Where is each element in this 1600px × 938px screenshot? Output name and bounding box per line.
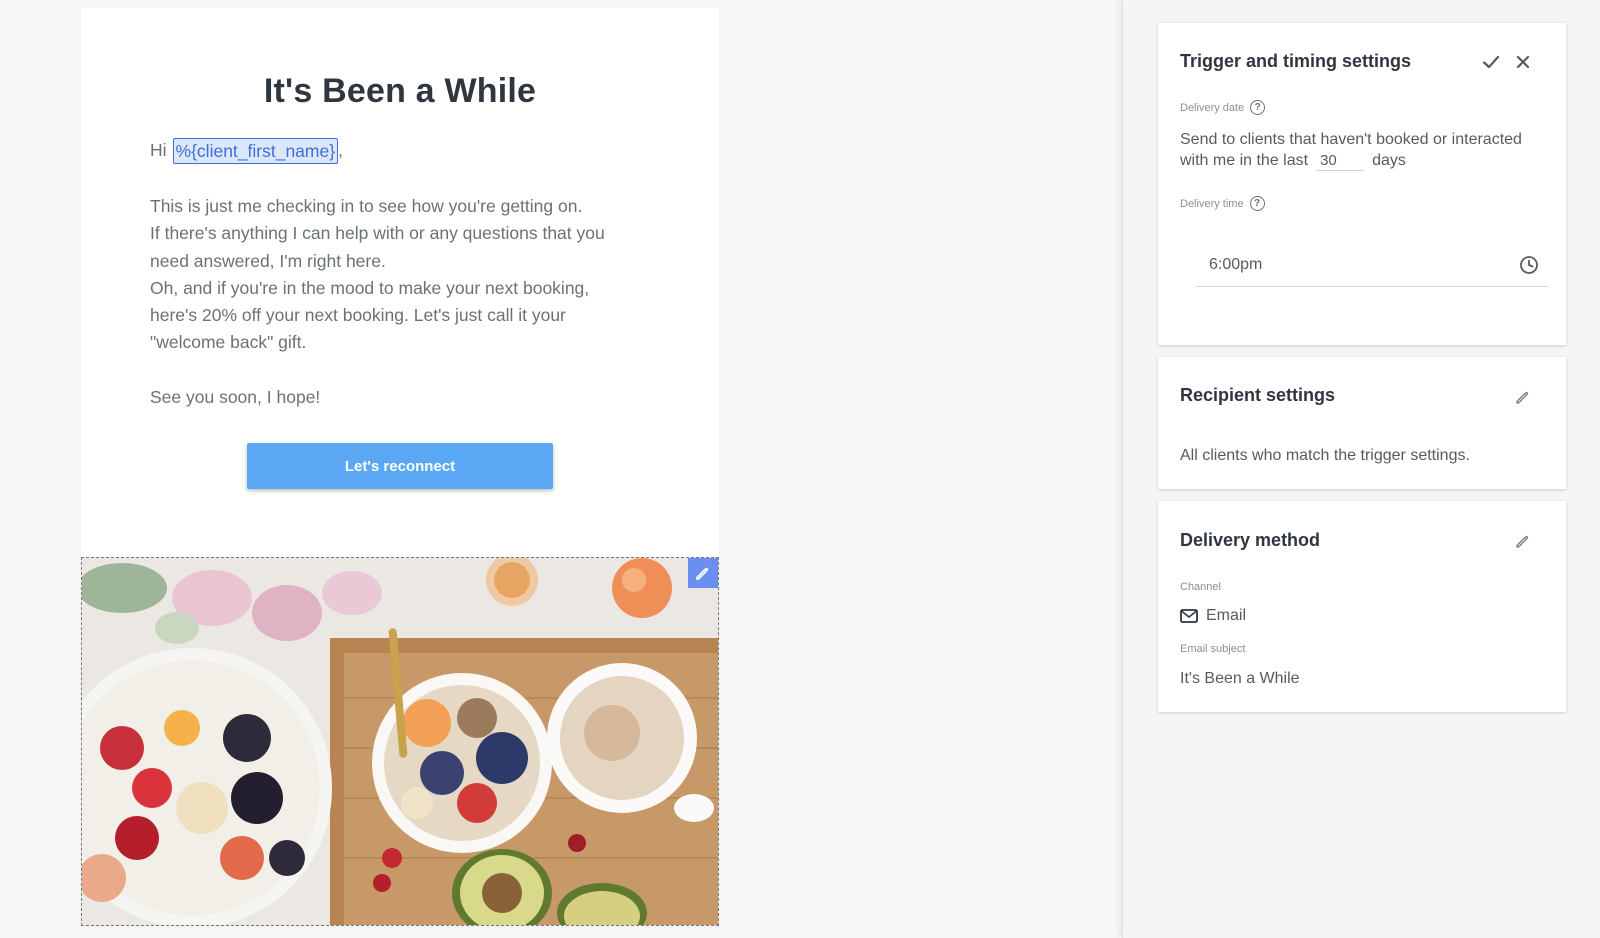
client-first-name-variable[interactable]: %{client_first_name}: [172, 138, 339, 164]
paragraph-line: If there's anything I can help with or a…: [150, 223, 605, 244]
trigger-card-title: Trigger and timing settings: [1180, 51, 1412, 71]
delivery-method-card: Delivery method Channel Email Email subj…: [1158, 501, 1566, 712]
greeting-suffix: ,: [338, 140, 343, 161]
breakfast-food-photo: [82, 558, 718, 925]
trigger-timing-card: Trigger and timing settings Delivery dat…: [1158, 23, 1566, 345]
pencil-icon: [1516, 391, 1529, 404]
recipient-settings-card: Recipient settings All clients who match…: [1158, 357, 1566, 489]
delivery-time-value: 6:00pm: [1209, 255, 1263, 273]
email-subject-value: It's Been a While: [1180, 670, 1300, 687]
close-icon: [1516, 55, 1530, 69]
channel-value: Email: [1206, 607, 1247, 624]
settings-panel: Trigger and timing settings Delivery dat…: [1122, 0, 1600, 938]
help-icon[interactable]: ?: [1250, 100, 1266, 115]
recipient-card-title: Recipient settings: [1180, 385, 1336, 405]
greeting-prefix: Hi: [150, 140, 167, 161]
greeting-line: Hi %{client_first_name} ,: [150, 136, 630, 166]
paragraph-line: need answered, I'm right here.: [150, 250, 386, 271]
delivery-text-line: Send to clients that haven't booked or i…: [1180, 131, 1522, 148]
email-icon: [1180, 609, 1198, 623]
edit-delivery-button[interactable]: [1510, 528, 1536, 554]
channel-label: Channel: [1180, 581, 1221, 593]
delivery-time-label: Delivery time ?: [1180, 196, 1265, 211]
email-paragraph: This is just me checking in to see how y…: [150, 193, 630, 357]
confirm-button[interactable]: [1478, 49, 1504, 75]
pencil-icon: [1516, 535, 1529, 548]
pencil-icon: [696, 567, 709, 580]
hero-edit-button[interactable]: [688, 558, 718, 588]
paragraph-line: Oh, and if you're in the mood to make yo…: [150, 277, 590, 298]
paragraph-line: This is just me checking in to see how y…: [150, 196, 583, 216]
hero-image[interactable]: [81, 557, 719, 926]
delivery-text-prefix: with me in the last: [1180, 152, 1309, 169]
email-subject-label: Email subject: [1180, 643, 1246, 655]
delivery-time-field[interactable]: 6:00pm: [1195, 243, 1549, 287]
delivery-days-row: with me in the last days: [1180, 150, 1550, 171]
email-signoff: See you soon, I hope!: [150, 386, 321, 407]
paragraph-line: here's 20% off your next booking. Let's …: [150, 305, 566, 326]
recipient-description: All clients who match the trigger settin…: [1180, 447, 1470, 464]
delivery-time-label-text: Delivery time: [1180, 197, 1244, 210]
delivery-date-label-text: Delivery date: [1180, 101, 1245, 114]
channel-value-row: Email: [1180, 607, 1246, 625]
clock-icon[interactable]: [1519, 255, 1539, 275]
email-title[interactable]: It's Been a While: [81, 72, 719, 111]
edit-recipient-button[interactable]: [1510, 384, 1536, 410]
email-body[interactable]: Hi %{client_first_name} , This is just m…: [150, 136, 630, 411]
days-input[interactable]: [1316, 150, 1365, 171]
close-button[interactable]: [1510, 49, 1536, 75]
delivery-date-label: Delivery date ?: [1180, 100, 1266, 115]
paragraph-line: "welcome back" gift.: [150, 332, 307, 353]
check-icon: [1482, 55, 1500, 69]
lets-reconnect-button[interactable]: Let's reconnect: [247, 443, 553, 489]
delivery-date-text: Send to clients that haven't booked or i…: [1180, 129, 1550, 171]
help-icon[interactable]: ?: [1249, 196, 1265, 211]
delivery-card-title: Delivery method: [1180, 530, 1321, 550]
days-suffix: days: [1372, 152, 1406, 169]
